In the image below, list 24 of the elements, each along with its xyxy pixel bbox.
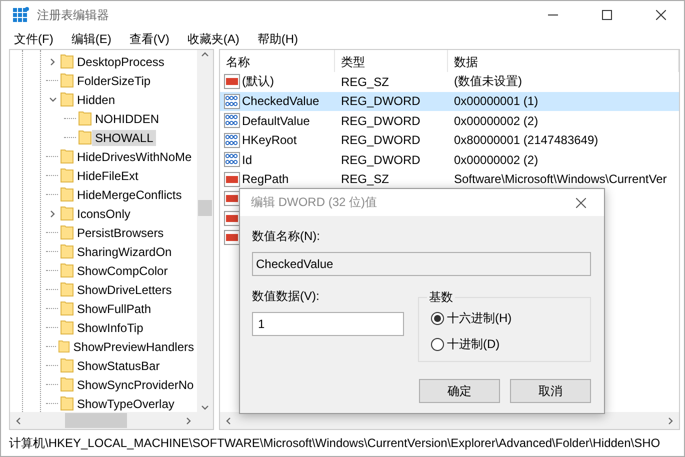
dialog-title: 编辑 DWORD (32 位)值 [251,194,378,211]
table-cell: DefaultValue [242,114,310,128]
table-cell-text: 0x00000001 (1) [453,94,540,108]
table-cell-text: 0x80000001 (2147483649) [453,133,600,148]
table-cell: Id [242,152,252,167]
table-cell-text: REG_DWORD [340,94,422,108]
table-cell-text: Software\Microsoft\Windows\CurrentVer [453,172,668,186]
table-cell-text: 0x00000002 (2) [453,152,540,167]
table-cell-text: (数值未设置) [453,73,523,90]
table-cell-text: REG_SZ [340,74,390,89]
table-cell: CheckedValue [242,94,320,108]
table-cell: HKeyRoot [242,133,297,148]
table-cell-text: REG_DWORD [340,133,422,148]
table-cell: RegPath [242,172,289,186]
table-cell-text: REG_SZ [340,172,390,186]
table-cell-text: 0x00000002 (2) [453,114,540,128]
table-cell: (默认) [242,73,274,90]
field-label: 数值数据(V): [252,289,320,303]
field-label: 数值名称(N): [252,228,321,245]
window-title: 注册表编辑器 [37,6,110,24]
table-cell-text: REG_DWORD [340,114,422,128]
group-label: 基数 [428,289,454,306]
status-bar-path: 计算机\HKEY_LOCAL_MACHINE\SOFTWARE\Microsoft\Windows\CurrentVersion\Explorer\Advanced\Folder\Hidden\SHO [9,434,660,452]
table-cell-text: REG_DWORD [340,152,422,167]
